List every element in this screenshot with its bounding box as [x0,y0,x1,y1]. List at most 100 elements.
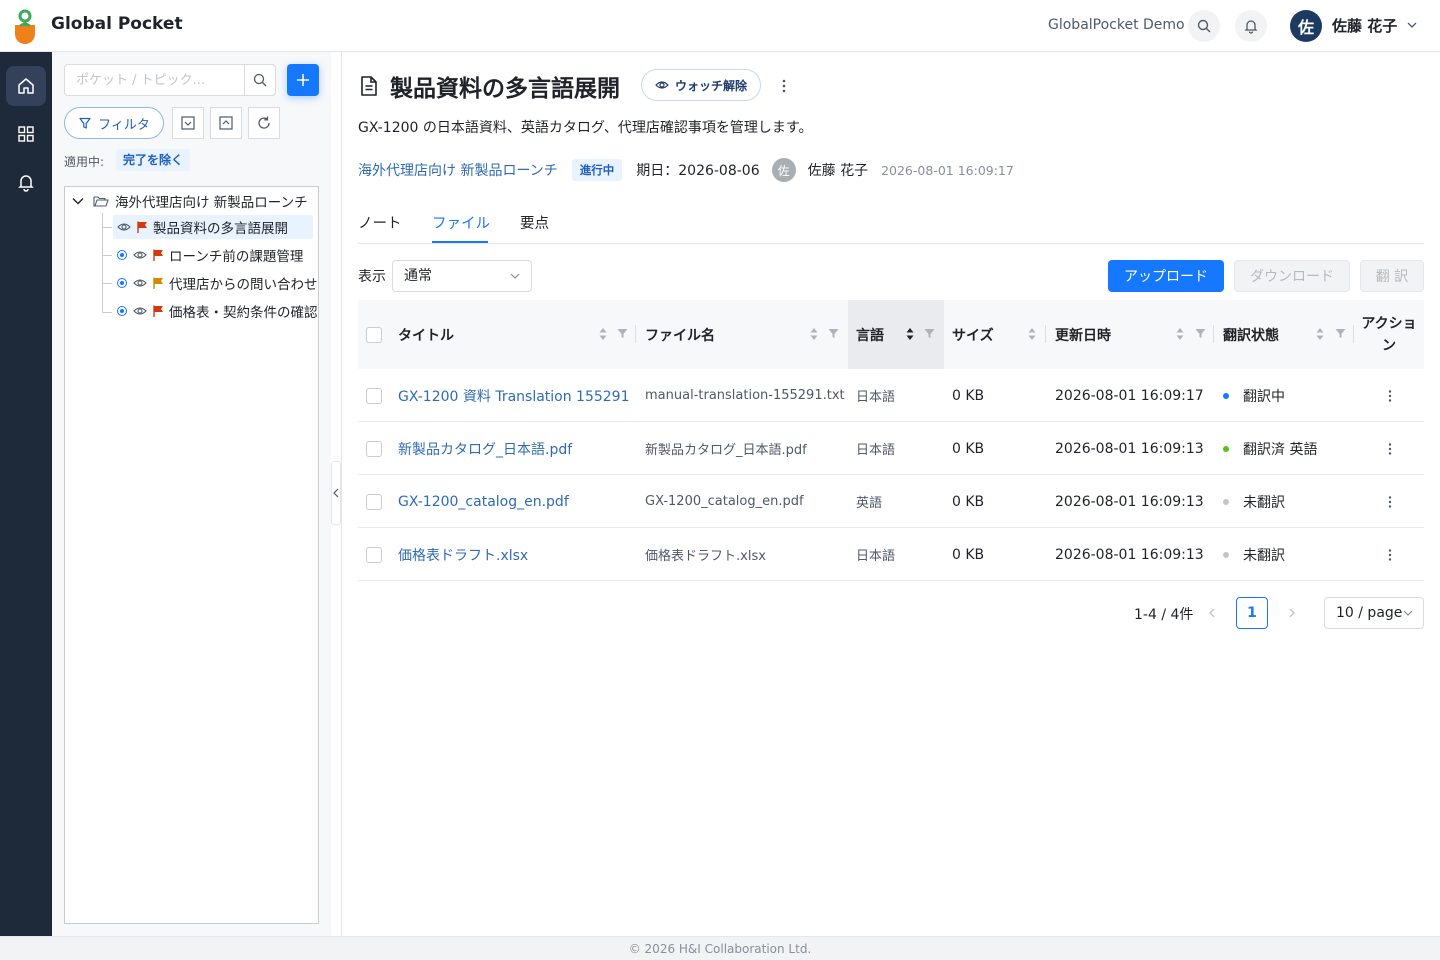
view-select-value: 通常 [404,268,432,284]
sort-icon[interactable] [598,327,608,341]
status-badge: 進行中 [571,159,623,181]
header-search-button[interactable] [1188,10,1220,42]
row-checkbox[interactable] [366,387,382,404]
sort-icon[interactable] [905,327,915,341]
parent-pocket-link[interactable]: 海外代理店向け 新製品ローンチ [358,160,558,180]
sort-icon[interactable] [809,327,819,341]
tree-node-2[interactable]: 代理店からの問い合わせ [113,271,318,295]
tree-root[interactable]: 海外代理店向け 新製品ローンチ [71,191,308,211]
flag-icon [137,221,147,233]
row-actions-button[interactable] [1382,422,1398,475]
select-all-checkbox[interactable] [366,326,382,343]
page-1-button[interactable]: 1 [1236,597,1268,629]
upload-button[interactable]: アップロード [1108,260,1224,292]
table-row[interactable]: GX-1200_catalog_en.pdf GX-1200_catalog_e… [358,475,1424,528]
file-title-link[interactable]: 価格表ドラフト.xlsx [398,528,528,581]
more-vertical-icon [1388,548,1392,561]
pocket-search-button[interactable] [244,65,275,95]
user-avatar[interactable]: 佐 [1290,10,1322,42]
sort-icon[interactable] [1027,327,1037,341]
filter-icon[interactable] [617,328,628,339]
sidebar-collapse-handle[interactable] [331,461,341,525]
column-translation-status[interactable]: 翻訳状態 [1223,300,1279,369]
row-checkbox[interactable] [366,440,382,457]
chevron-right-icon[interactable] [1284,605,1300,621]
column-filename[interactable]: ファイル名 [645,300,715,369]
sidebar: フィルタ 適用中: 完了を除く 海外代理店向け 新製品ローンチ 製品資料の多言語… [52,52,331,936]
page-size-select[interactable]: 10 / page [1324,597,1424,629]
table-header: タイトル ファイル名 言語 サイズ 更新日時 翻訳状態 アクション [358,300,1424,369]
column-updated[interactable]: 更新日時 [1055,300,1111,369]
collapse-all-button[interactable] [210,107,242,139]
tree-connector [102,227,112,228]
pocket-search-input[interactable] [65,65,245,95]
user-name[interactable]: 佐藤 花子 [1332,15,1397,36]
table-row[interactable]: GX-1200 資料 Translation 155291 manual-tra… [358,369,1424,422]
tree-node-label: 価格表・契約条件の確認 [169,305,318,321]
tab-notes[interactable]: ノート [358,212,402,233]
tree-connector [102,283,112,284]
filter-icon[interactable] [1195,328,1206,339]
expand-all-button[interactable] [172,107,204,139]
download-button[interactable]: ダウンロード [1234,260,1350,292]
file-name: 価格表ドラフト.xlsx [645,549,766,564]
row-checkbox[interactable] [366,493,382,510]
file-title-link[interactable]: GX-1200_catalog_en.pdf [398,475,569,528]
filter-button[interactable]: フィルタ [64,107,164,139]
column-title[interactable]: タイトル [398,300,454,369]
translation-status: 翻訳中 [1223,369,1285,422]
file-size: 0 KB [952,493,985,510]
column-divider [1353,325,1354,343]
status-dot-icon [117,306,127,316]
org-name[interactable]: GlobalPocket Demo [1048,17,1185,33]
collapse-icon [219,116,233,130]
translate-button[interactable]: 翻 訳 [1360,260,1424,292]
notifications-button[interactable] [1235,10,1267,42]
filter-icon[interactable] [1335,328,1346,339]
add-button[interactable] [287,64,319,96]
row-actions-button[interactable] [1382,475,1398,528]
column-actions: アクション [1361,315,1417,354]
file-title-link[interactable]: GX-1200 資料 Translation 155291 [398,369,630,422]
expand-icon [181,116,195,130]
nav-rail [0,52,52,936]
filter-icon[interactable] [924,328,935,339]
more-vertical-icon [1388,442,1392,455]
tab-files[interactable]: ファイル [432,212,490,233]
sort-icon[interactable] [1315,327,1325,341]
rail-notifications[interactable] [6,162,46,202]
tree-node-1[interactable]: ローンチ前の課題管理 [113,243,303,267]
chevron-down-icon[interactable] [71,194,85,208]
table-row[interactable]: 価格表ドラフト.xlsx 価格表ドラフト.xlsx 日本語 0 KB 2026-… [358,528,1424,581]
tree-node-3[interactable]: 価格表・契約条件の確認 [113,299,318,323]
search-icon [1197,19,1211,33]
tab-highlights[interactable]: 要点 [520,212,549,233]
due-date: 期日：2026-08-06 [636,163,760,179]
row-actions-button[interactable] [1382,369,1398,422]
row-actions-button[interactable] [1382,528,1398,581]
chevron-left-icon[interactable] [1204,605,1220,621]
refresh-button[interactable] [248,107,280,139]
sort-icon[interactable] [1175,327,1185,341]
rail-home[interactable] [6,66,46,106]
filter-icon [79,117,91,129]
pocket-search [64,64,276,96]
updated-time: 2026-08-01 16:09:17 [881,162,1014,178]
topic-more-button[interactable] [774,76,794,96]
table-row[interactable]: 新製品カタログ_日本語.pdf 新製品カタログ_日本語.pdf 日本語 0 KB… [358,422,1424,475]
bell-icon [18,175,34,192]
chevron-down-icon[interactable] [1405,18,1419,32]
translation-status-label: 未翻訳 [1243,494,1285,511]
row-checkbox[interactable] [366,546,382,563]
view-select[interactable]: 通常 [392,260,532,292]
column-size[interactable]: サイズ [952,300,994,369]
unwatch-button[interactable]: ウォッチ解除 [641,69,761,101]
filter-icon[interactable] [828,328,839,339]
tree-node-0[interactable]: 製品資料の多言語展開 [113,215,313,239]
applied-filter-tag[interactable]: 完了を除く [116,149,191,171]
file-title-link[interactable]: 新製品カタログ_日本語.pdf [398,422,572,475]
translation-status: 未翻訳 [1223,475,1285,528]
rail-grid[interactable] [6,114,46,154]
page-size-value: 10 / page [1336,605,1403,621]
file-updated: 2026-08-01 16:09:17 [1055,387,1204,404]
